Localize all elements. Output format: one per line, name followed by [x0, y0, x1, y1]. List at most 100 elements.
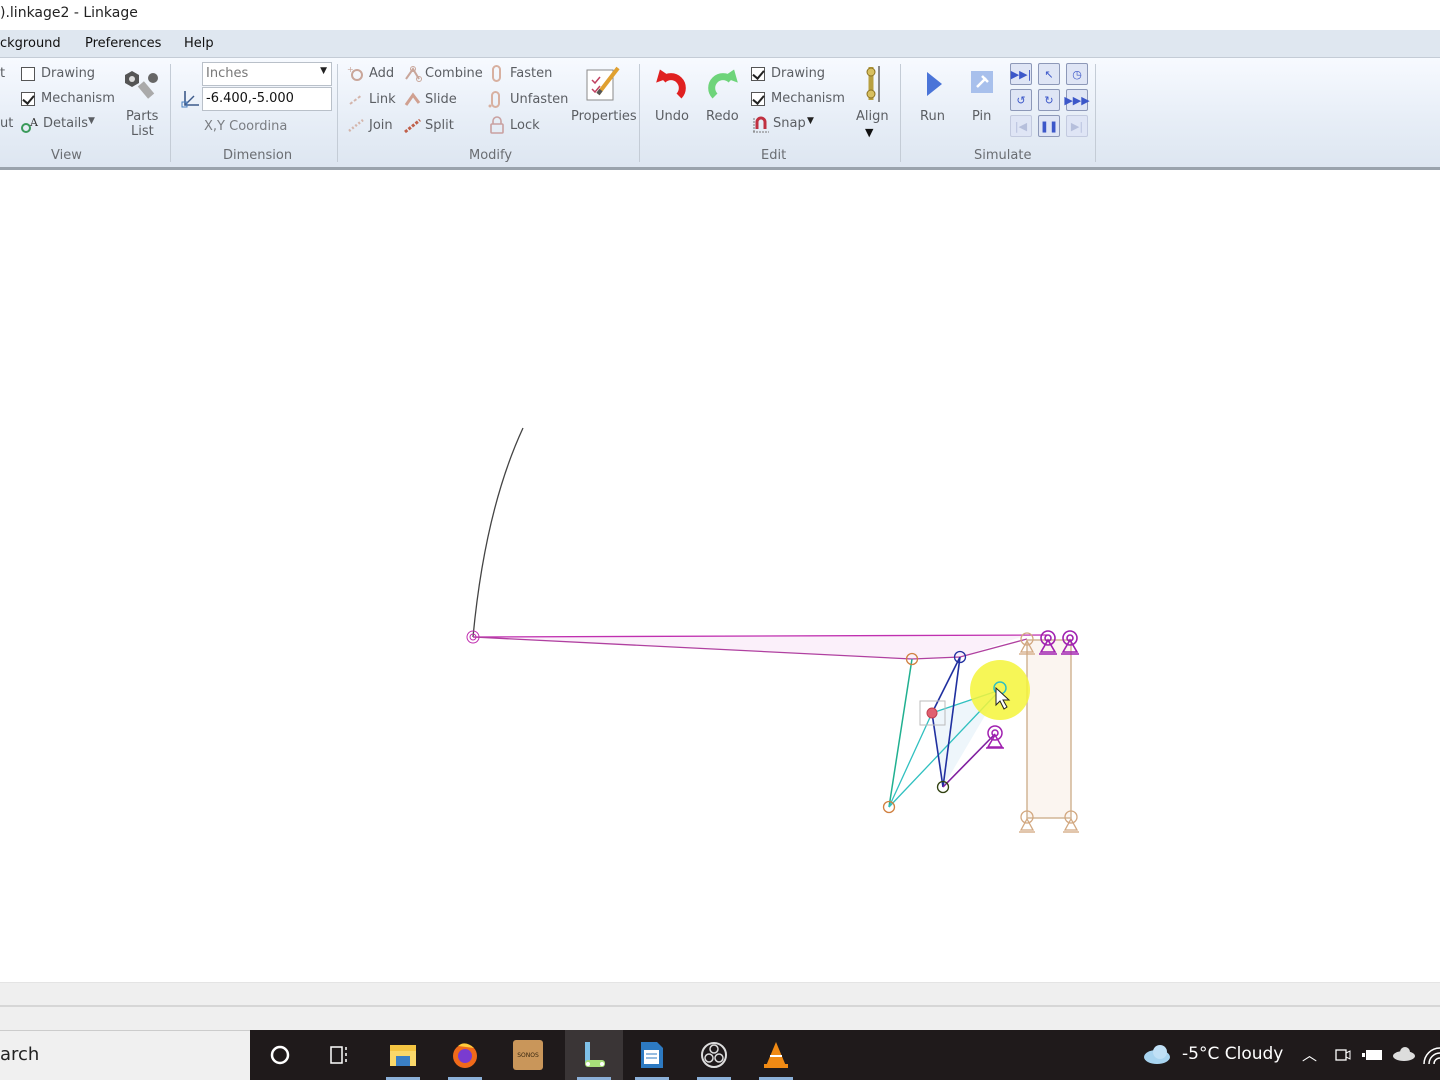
cortana-button[interactable] [255, 1030, 305, 1080]
taskbar-file-explorer[interactable] [378, 1030, 428, 1080]
unfasten-icon [488, 91, 500, 108]
align-label[interactable]: Align [856, 109, 889, 124]
properties-icon[interactable] [584, 64, 622, 104]
anchor-icon[interactable] [986, 725, 1004, 749]
wifi-icon[interactable] [1422, 1044, 1440, 1066]
parts-list-icon[interactable] [122, 68, 162, 102]
xy-coordinate-icon [181, 91, 199, 108]
menu-background[interactable]: ckground [0, 36, 61, 51]
align-icon[interactable] [860, 64, 882, 104]
writer-icon [641, 1042, 663, 1068]
view-partial-top[interactable]: t [0, 66, 5, 81]
units-value: Inches [206, 66, 249, 81]
properties-label[interactable]: Properties [571, 109, 637, 124]
add-icon: + [347, 66, 363, 81]
redo-icon[interactable] [703, 66, 741, 100]
sim-step-forward-button[interactable]: ▶| [1066, 115, 1088, 137]
slide-button[interactable]: Slide [425, 92, 457, 107]
snap-dropdown[interactable]: Snap [773, 116, 806, 131]
taskbar-sonos[interactable]: SONOS [503, 1030, 553, 1080]
menu-help[interactable]: Help [184, 36, 214, 51]
add-button[interactable]: Add [369, 66, 394, 81]
redo-label[interactable]: Redo [706, 109, 739, 124]
pin-label[interactable]: Pin [972, 109, 991, 124]
run-icon[interactable] [924, 70, 944, 98]
taskbar-linkage[interactable] [565, 1030, 623, 1080]
view-mechanism-checkbox[interactable] [21, 92, 35, 106]
frame-link [1026, 639, 1072, 819]
join-icon [348, 119, 364, 132]
obs-icon [701, 1042, 727, 1068]
details-dropdown[interactable]: Details [43, 116, 88, 131]
sim-step-back-button[interactable]: |◀ [1010, 115, 1032, 137]
taskbar-search[interactable]: arch [0, 1030, 250, 1080]
weather-text[interactable]: -5°C Cloudy [1182, 1044, 1283, 1064]
modify-group-label: Modify [469, 148, 513, 163]
fasten-icon [492, 65, 501, 82]
separator [170, 64, 171, 162]
task-view-icon [330, 1046, 347, 1064]
fasten-button[interactable]: Fasten [510, 66, 552, 81]
combine-button[interactable]: Combine [425, 66, 483, 81]
meet-now-icon[interactable] [1334, 1046, 1352, 1064]
taskbar-obs[interactable] [689, 1030, 739, 1080]
sim-rotate-ccw-button[interactable]: ↺ [1010, 89, 1032, 111]
edit-drawing-checkbox[interactable] [751, 67, 765, 81]
sim-run-to-end-button[interactable]: ▶▶| [1010, 63, 1032, 85]
link-cyan [888, 712, 933, 808]
units-select[interactable]: Inches ▼ [202, 62, 332, 86]
view-mechanism-label: Mechanism [41, 91, 115, 106]
pin-icon[interactable] [970, 70, 994, 94]
status-divider [0, 1005, 1440, 1007]
lock-button[interactable]: Lock [510, 118, 540, 133]
mechanism-canvas[interactable] [0, 173, 1440, 983]
sim-fast-forward-button[interactable]: ▶▶▶ [1064, 89, 1090, 111]
details-icon: A [21, 116, 39, 133]
link-button[interactable]: Link [369, 92, 396, 107]
simulate-group-label: Simulate [974, 148, 1032, 163]
task-view-button[interactable] [315, 1030, 365, 1080]
sim-timer-button[interactable]: ◷ [1066, 63, 1088, 85]
status-bar [0, 982, 1440, 1030]
onedrive-icon[interactable] [1392, 1047, 1416, 1061]
undo-label[interactable]: Undo [655, 109, 689, 124]
trace-curve [472, 427, 524, 638]
mechanism-drawing [466, 427, 1079, 833]
run-label[interactable]: Run [920, 109, 945, 124]
parts-list-label-2: List [131, 124, 154, 139]
view-drawing-checkbox[interactable] [21, 67, 35, 81]
split-button[interactable]: Split [425, 118, 454, 133]
ribbon: t ut Drawing Mechanism A Details ▼ Parts… [0, 58, 1440, 170]
window-title: ).linkage2 - Linkage [0, 5, 138, 21]
unfasten-button[interactable]: Unfasten [510, 92, 568, 107]
separator [1095, 64, 1096, 162]
sim-pause-button[interactable]: ❚❚ [1038, 115, 1060, 137]
taskbar-firefox[interactable] [440, 1030, 490, 1080]
weather-cloud-icon[interactable] [1142, 1043, 1172, 1065]
taskbar-writer[interactable] [627, 1030, 677, 1080]
undo-icon[interactable] [653, 66, 691, 100]
link-icon [349, 94, 363, 105]
separator [639, 64, 640, 162]
tray-chevron-icon[interactable]: ︿ [1302, 1044, 1317, 1065]
menu-bar: ckground Preferences Help [0, 30, 1440, 58]
split-icon [404, 118, 421, 134]
battery-icon[interactable] [1362, 1048, 1384, 1062]
coordinate-value: -6.400,-5.000 [206, 91, 294, 106]
link-fill [473, 635, 1027, 659]
taskbar-vlc[interactable] [751, 1030, 801, 1080]
menu-preferences[interactable]: Preferences [85, 36, 161, 51]
taskbar: arch SONOS -5°C Cloudy ︿ [0, 1030, 1440, 1080]
selected-connector[interactable] [926, 707, 938, 719]
title-bar: ).linkage2 - Linkage [0, 0, 1440, 30]
snap-caret-icon: ▼ [807, 116, 814, 126]
coordinate-input[interactable]: -6.400,-5.000 [202, 87, 332, 111]
align-caret-icon[interactable]: ▼ [865, 126, 873, 139]
sim-rotate-cw-button[interactable]: ↻ [1038, 89, 1060, 111]
snap-magnet-icon [753, 116, 769, 133]
view-partial-bottom[interactable]: ut [0, 116, 13, 131]
sim-select-pointer-button[interactable]: ↖ [1038, 63, 1060, 85]
edit-mechanism-checkbox[interactable] [751, 92, 765, 106]
linkage-app-icon [585, 1042, 605, 1067]
join-button[interactable]: Join [369, 118, 393, 133]
